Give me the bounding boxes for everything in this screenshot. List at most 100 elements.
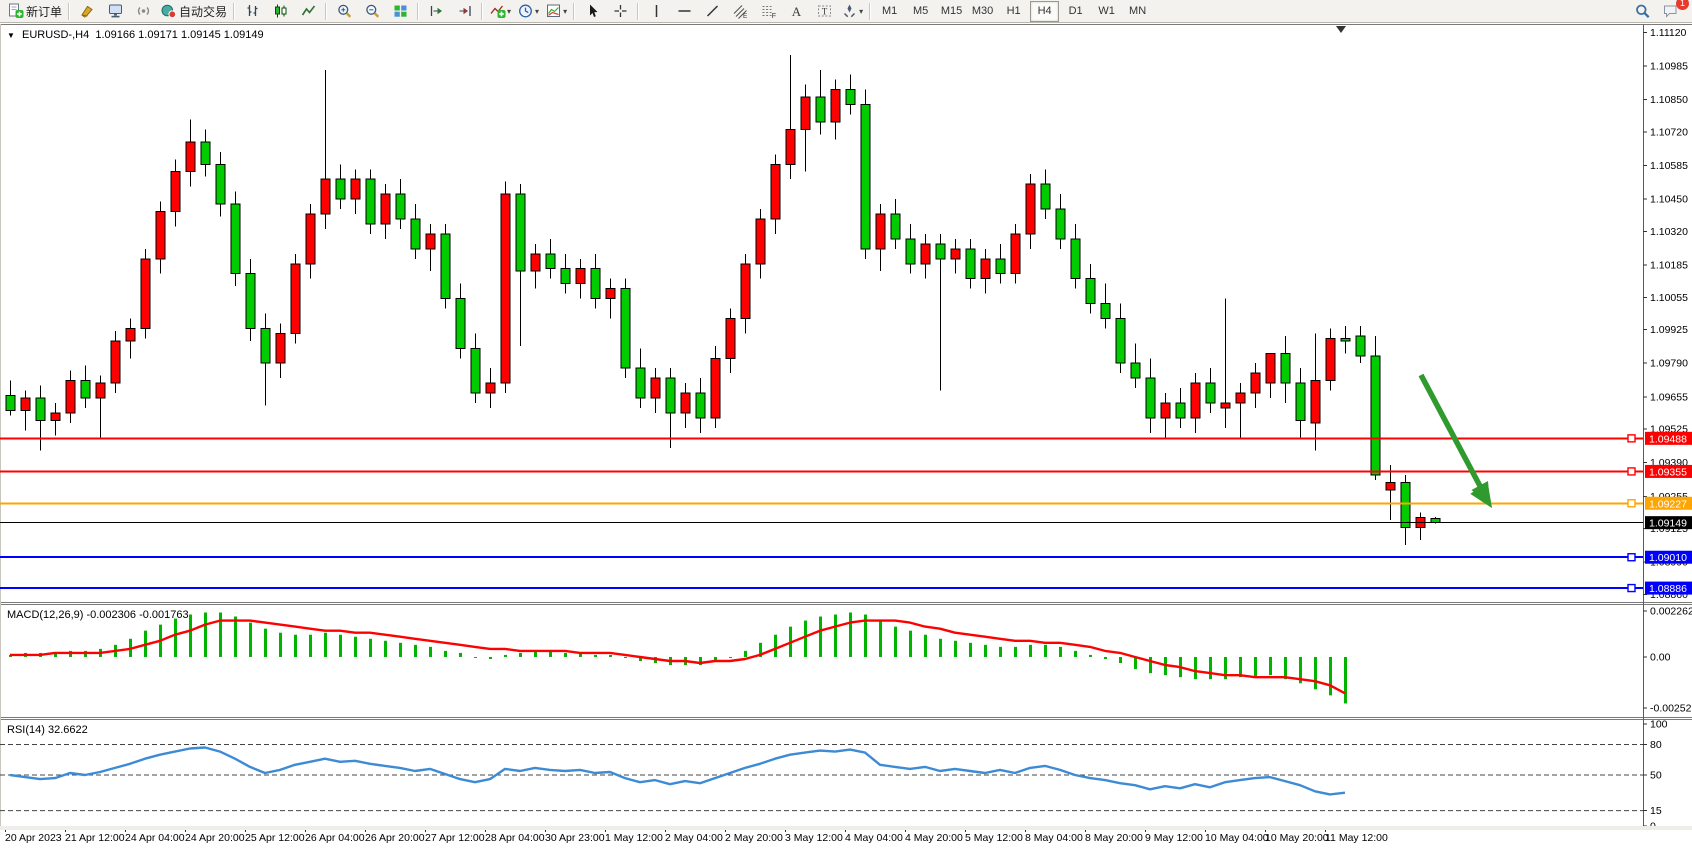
svg-text:1.09010: 1.09010 (1649, 552, 1687, 564)
autotrading-button[interactable]: 自动交易 (157, 0, 230, 23)
chart-window[interactable]: 1.111201.109851.108501.107201.105851.104… (0, 24, 1692, 854)
clock-icon (517, 3, 534, 19)
date-label: 21 Apr 12:00 (65, 832, 125, 844)
candle-body (501, 194, 510, 383)
hline-handle[interactable] (1628, 585, 1635, 592)
notifications-button[interactable]: 1 (1656, 0, 1684, 23)
line-chart-button[interactable] (294, 0, 322, 23)
date-label: 8 May 04:00 (1025, 832, 1083, 844)
bar-chart-button[interactable] (238, 0, 266, 23)
crosshair-button[interactable] (606, 0, 634, 23)
macd-bar (339, 635, 342, 657)
templates-button[interactable]: ▾ (542, 0, 570, 23)
svg-text:50: 50 (1650, 770, 1662, 782)
zoom-out-button[interactable] (358, 0, 386, 23)
candle-body (201, 142, 210, 164)
macd-bar (504, 655, 507, 657)
shapes-button[interactable]: ▾ (838, 0, 866, 23)
toolbar-separator (869, 3, 871, 20)
candle-body (1071, 239, 1080, 279)
macd-bar (879, 621, 882, 657)
candle-body (231, 204, 240, 274)
date-label: 1 May 12:00 (605, 832, 663, 844)
vline-button[interactable] (642, 0, 670, 23)
text-button[interactable]: A (782, 0, 810, 23)
indicators-button[interactable]: ▾ (486, 0, 514, 23)
candle-body (1236, 393, 1245, 403)
macd-bar (249, 623, 252, 657)
search-button[interactable] (1628, 0, 1656, 23)
new-order-button[interactable]: 新订单 (4, 0, 65, 23)
timeframe-button-w1[interactable]: W1 (1092, 1, 1121, 22)
macd-bar (414, 645, 417, 657)
macd-bar (189, 615, 192, 657)
collapse-triangle-icon[interactable]: ▼ (7, 31, 15, 40)
hline-handle[interactable] (1628, 554, 1635, 561)
svg-text:1.10055: 1.10055 (1650, 292, 1688, 304)
text-a-icon: A (788, 3, 805, 19)
timeframe-button-m30[interactable]: M30 (968, 1, 997, 22)
signal-icon (135, 3, 152, 19)
zoom-in-button[interactable] (330, 0, 358, 23)
fibo-button[interactable]: F (754, 0, 782, 23)
timeframe-button-h1[interactable]: H1 (999, 1, 1028, 22)
macd-bar (834, 615, 837, 657)
candle-body (1116, 318, 1125, 363)
candle-body (1206, 383, 1215, 403)
macd-bar (1269, 657, 1272, 675)
candle-body (1146, 378, 1155, 418)
trendline-button[interactable] (698, 0, 726, 23)
candle-chart-button[interactable] (266, 0, 294, 23)
candle-body (576, 269, 585, 284)
template-icon (545, 3, 562, 19)
signal-button[interactable] (129, 0, 157, 23)
periods-button[interactable]: ▾ (514, 0, 542, 23)
hline-button[interactable] (670, 0, 698, 23)
timeframe-button-m1[interactable]: M1 (875, 1, 904, 22)
hline-handle[interactable] (1628, 468, 1635, 475)
svg-text:1.09227: 1.09227 (1649, 498, 1687, 510)
candle-body (1026, 184, 1035, 234)
svg-text:1.09149: 1.09149 (1649, 518, 1687, 530)
macd-bar (324, 633, 327, 657)
date-label: 4 May 20:00 (905, 832, 963, 844)
channel-button[interactable]: E (726, 0, 754, 23)
timeframe-button-m15[interactable]: M15 (937, 1, 966, 22)
hline-handle[interactable] (1628, 500, 1635, 507)
cursor-icon (584, 3, 601, 19)
candle-body (1326, 338, 1335, 380)
hline-handle[interactable] (1628, 435, 1635, 442)
cursor-button[interactable] (578, 0, 606, 23)
macd-bar (744, 651, 747, 657)
terminal-button[interactable] (101, 0, 129, 23)
chart-canvas[interactable]: 1.111201.109851.108501.107201.105851.104… (0, 24, 1692, 854)
timeframe-button-mn[interactable]: MN (1123, 1, 1152, 22)
timeframe-button-d1[interactable]: D1 (1061, 1, 1090, 22)
toolbar-separator (325, 3, 327, 20)
candle-body (771, 164, 780, 219)
crosshair-icon (612, 3, 629, 19)
candle-body (1281, 353, 1290, 383)
toolbar-separator (637, 3, 639, 20)
toolbar-separator (233, 3, 235, 20)
chartshift-icon (456, 3, 473, 19)
timeframe-button-h4[interactable]: H4 (1030, 1, 1059, 22)
date-label: 3 May 12:00 (785, 832, 843, 844)
tile-windows-button[interactable] (386, 0, 414, 23)
candle-body (681, 393, 690, 413)
chart-shift-button[interactable] (450, 0, 478, 23)
svg-text:1.09488: 1.09488 (1649, 433, 1687, 445)
macd-bar (294, 635, 297, 657)
label-button[interactable]: T (810, 0, 838, 23)
macd-bar (369, 639, 372, 657)
highlighter-button[interactable] (73, 0, 101, 23)
macd-bar (444, 651, 447, 657)
fibo-icon: F (760, 3, 777, 19)
candle-body (156, 212, 165, 259)
timeframe-button-m5[interactable]: M5 (906, 1, 935, 22)
candle-body (936, 244, 945, 259)
macd-bar (594, 655, 597, 657)
macd-bar (984, 645, 987, 657)
auto-scroll-button[interactable] (422, 0, 450, 23)
candles-icon (272, 3, 289, 19)
